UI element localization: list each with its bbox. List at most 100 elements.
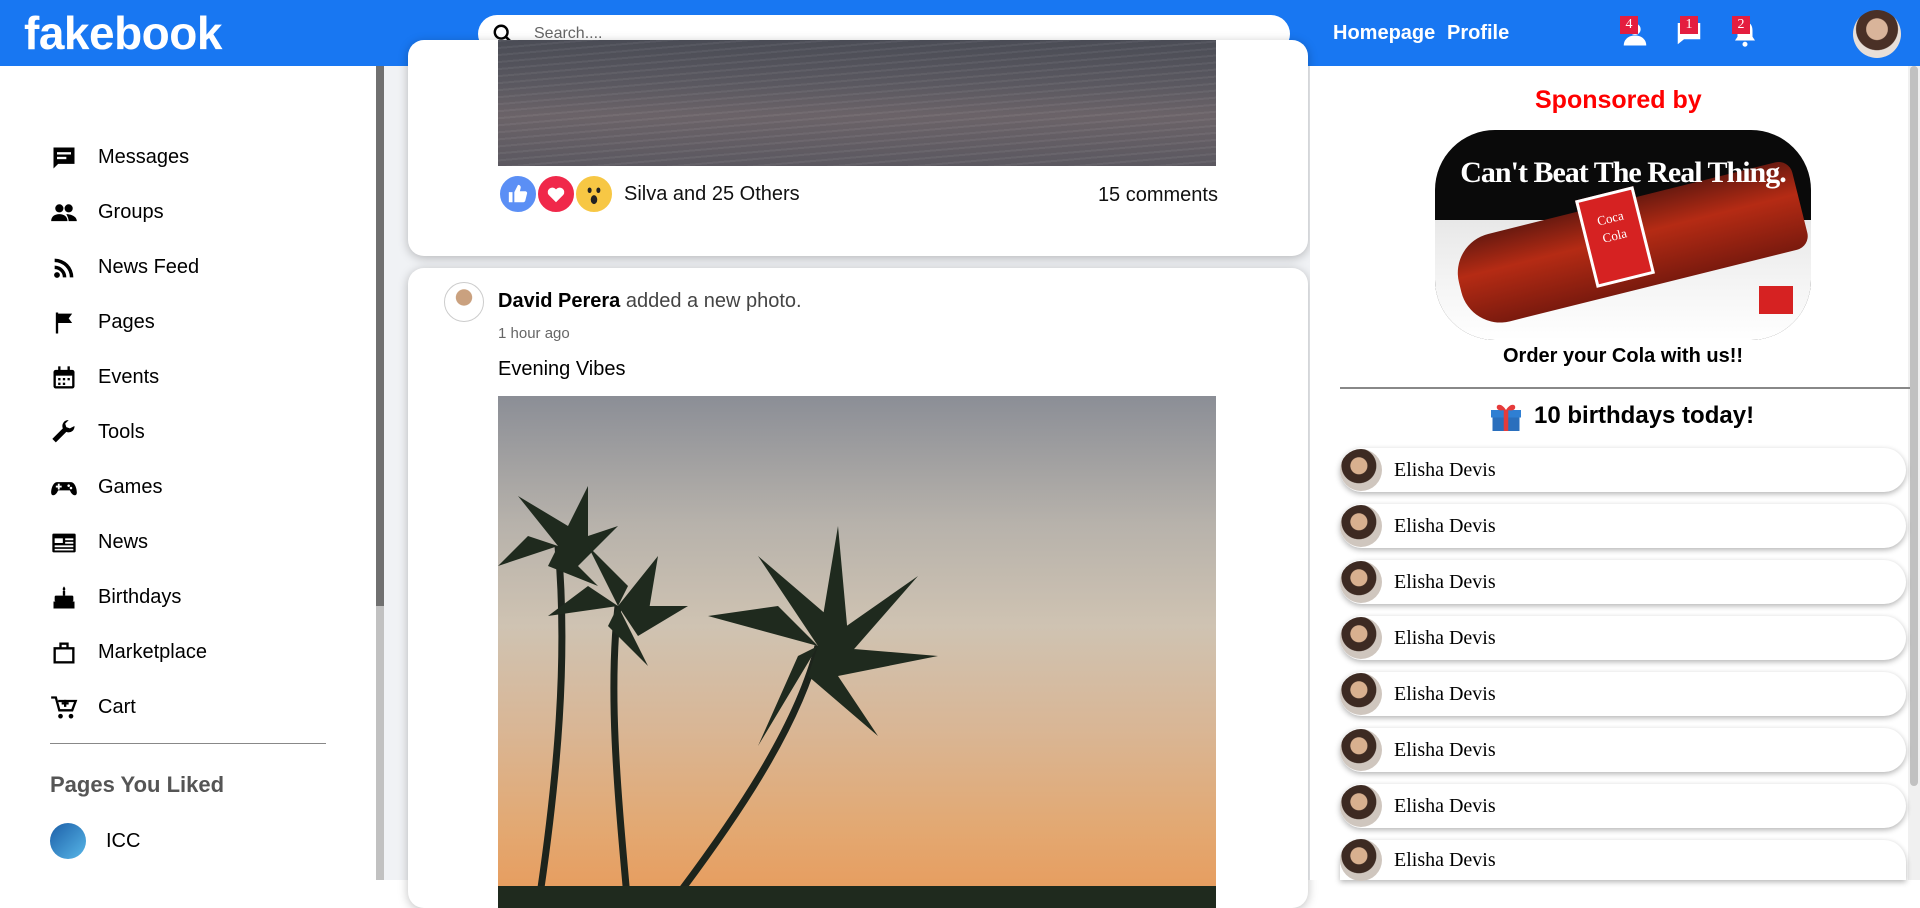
- birthday-friend-item[interactable]: Elisha Devis: [1340, 504, 1906, 548]
- sidebar-item-label: Marketplace: [98, 641, 207, 663]
- sidebar-item-pages[interactable]: Pages: [50, 295, 207, 350]
- sidebar-item-label: News: [98, 531, 149, 553]
- friend-name: Elisha Devis: [1394, 514, 1496, 537]
- page-scroll-thumb[interactable]: [1910, 66, 1918, 786]
- sidebar-item-label: Birthdays: [98, 586, 182, 608]
- sidebar-item-games[interactable]: Games: [50, 460, 207, 515]
- friend-avatar: [1340, 617, 1382, 659]
- friend-requests-button[interactable]: 4: [1620, 16, 1650, 48]
- reactions-summary: Silva and 25 Others: [624, 182, 800, 205]
- birthday-friend-item[interactable]: Elisha Devis: [1340, 839, 1906, 881]
- sidebar-item-groups[interactable]: Groups: [50, 185, 207, 240]
- app-logo[interactable]: fakebook: [24, 6, 222, 60]
- comments-count[interactable]: 15 comments: [1098, 184, 1218, 207]
- post-header: David Perera added a new photo.: [498, 290, 802, 313]
- nav-homepage[interactable]: Homepage: [1333, 22, 1435, 45]
- friend-name: Elisha Devis: [1394, 682, 1496, 705]
- rss-icon: [54, 258, 74, 278]
- sponsored-ad[interactable]: Coca Cola Can't Beat The Real Thing.: [1435, 130, 1811, 340]
- sidebar-menu: Messages Groups News Feed Pages Events T…: [50, 130, 207, 735]
- pages-liked-heading: Pages You Liked: [50, 772, 225, 797]
- ad-caption: Order your Cola with us!!: [1503, 345, 1744, 367]
- friend-name: Elisha Devis: [1394, 458, 1496, 481]
- friend-avatar: [1340, 785, 1382, 827]
- friend-avatar: [1340, 729, 1382, 771]
- sidebar-item-label: Groups: [98, 201, 164, 223]
- messages-badge: 1: [1680, 16, 1698, 34]
- sidebar-item-label: Messages: [98, 146, 190, 168]
- sidebar-item-label: Pages: [98, 311, 155, 333]
- friend-name: Elisha Devis: [1394, 570, 1496, 593]
- sidebar-item-messages[interactable]: Messages: [50, 130, 207, 185]
- sidebar-item-label: Games: [98, 476, 163, 498]
- nav-profile[interactable]: Profile: [1447, 22, 1509, 45]
- birthday-friend-item[interactable]: Elisha Devis: [1340, 728, 1906, 772]
- sidebar-item-birthdays[interactable]: Birthdays: [50, 570, 207, 625]
- flag-icon: [55, 312, 73, 333]
- like-reaction-icon: [498, 174, 538, 214]
- friend-avatar: [1340, 449, 1382, 491]
- sidebar-scroll-thumb[interactable]: [376, 66, 384, 606]
- post-caption: Evening Vibes: [498, 358, 626, 380]
- gamepad-icon: [51, 481, 77, 495]
- sidebar-item-label: News Feed: [98, 256, 200, 278]
- birthday-friend-item[interactable]: Elisha Devis: [1340, 616, 1906, 660]
- birthday-friend-item[interactable]: Elisha Devis: [1340, 560, 1906, 604]
- friend-name: Elisha Devis: [1394, 626, 1496, 649]
- ad-brand-mark: [1759, 286, 1793, 314]
- friend-avatar: [1340, 673, 1382, 715]
- liked-page-icc[interactable]: ICC: [50, 823, 140, 859]
- sidebar-item-label: Events: [98, 366, 160, 388]
- wrench-icon: [52, 419, 75, 442]
- sidebar-item-label: Tools: [98, 421, 145, 443]
- birthdays-count: 10 birthdays today!: [1534, 402, 1755, 429]
- sidebar-item-label: Cart: [98, 696, 136, 718]
- ad-slogan: Can't Beat The Real Thing.: [1460, 156, 1786, 189]
- friend-avatar: [1340, 839, 1382, 881]
- friend-name: Elisha Devis: [1394, 738, 1496, 761]
- groups-icon: [51, 203, 77, 221]
- feed-post: Silva and 25 Others 15 comments: [408, 40, 1308, 256]
- wow-reaction-icon: [574, 174, 614, 214]
- friend-name: Elisha Devis: [1394, 848, 1496, 871]
- briefcase-icon: [53, 642, 75, 663]
- birthdays-heading: 10 birthdays today!: [1488, 398, 1754, 434]
- friend-avatar: [1340, 505, 1382, 547]
- author-avatar[interactable]: [444, 282, 484, 322]
- calendar-icon: [53, 365, 75, 388]
- sidebar-item-news-feed[interactable]: News Feed: [50, 240, 207, 295]
- liked-page-label: ICC: [106, 829, 141, 852]
- sidebar-item-tools[interactable]: Tools: [50, 405, 207, 460]
- post-timestamp[interactable]: 1 hour ago: [498, 325, 570, 342]
- messages-icon: [53, 147, 75, 168]
- cake-icon: [53, 585, 75, 608]
- sponsored-heading: Sponsored by: [1535, 86, 1702, 114]
- sidebar-divider: [50, 743, 326, 744]
- author-name[interactable]: David Perera: [498, 290, 620, 312]
- friend-avatar: [1340, 561, 1382, 603]
- sidebar-item-news[interactable]: News: [50, 515, 207, 570]
- icc-logo: [50, 823, 86, 859]
- gift-icon: [1491, 404, 1521, 431]
- post-action: added a new photo.: [620, 290, 802, 312]
- feed-post: David Perera added a new photo. 1 hour a…: [408, 268, 1308, 908]
- palm-trees-illustration: [498, 486, 1216, 908]
- birthday-friend-item[interactable]: Elisha Devis: [1340, 784, 1906, 828]
- messages-button[interactable]: 1: [1674, 16, 1704, 48]
- news-feed: Silva and 25 Others 15 comments David Pe…: [384, 40, 1310, 908]
- reactions-bar[interactable]: Silva and 25 Others: [498, 174, 800, 214]
- cart-icon: [51, 695, 78, 718]
- birthday-friend-item[interactable]: Elisha Devis: [1340, 448, 1906, 492]
- sidebar-item-events[interactable]: Events: [50, 350, 207, 405]
- right-divider: [1340, 387, 1910, 389]
- friend-requests-badge: 4: [1620, 16, 1638, 34]
- birthday-friend-item[interactable]: Elisha Devis: [1340, 672, 1906, 716]
- friend-name: Elisha Devis: [1394, 794, 1496, 817]
- newspaper-icon: [52, 533, 76, 552]
- post-photo[interactable]: [498, 40, 1216, 166]
- sidebar-item-marketplace[interactable]: Marketplace: [50, 625, 207, 680]
- user-avatar[interactable]: [1853, 10, 1901, 58]
- post-photo[interactable]: [498, 396, 1216, 908]
- sidebar-item-cart[interactable]: Cart: [50, 680, 207, 735]
- notifications-button[interactable]: 2: [1730, 16, 1760, 48]
